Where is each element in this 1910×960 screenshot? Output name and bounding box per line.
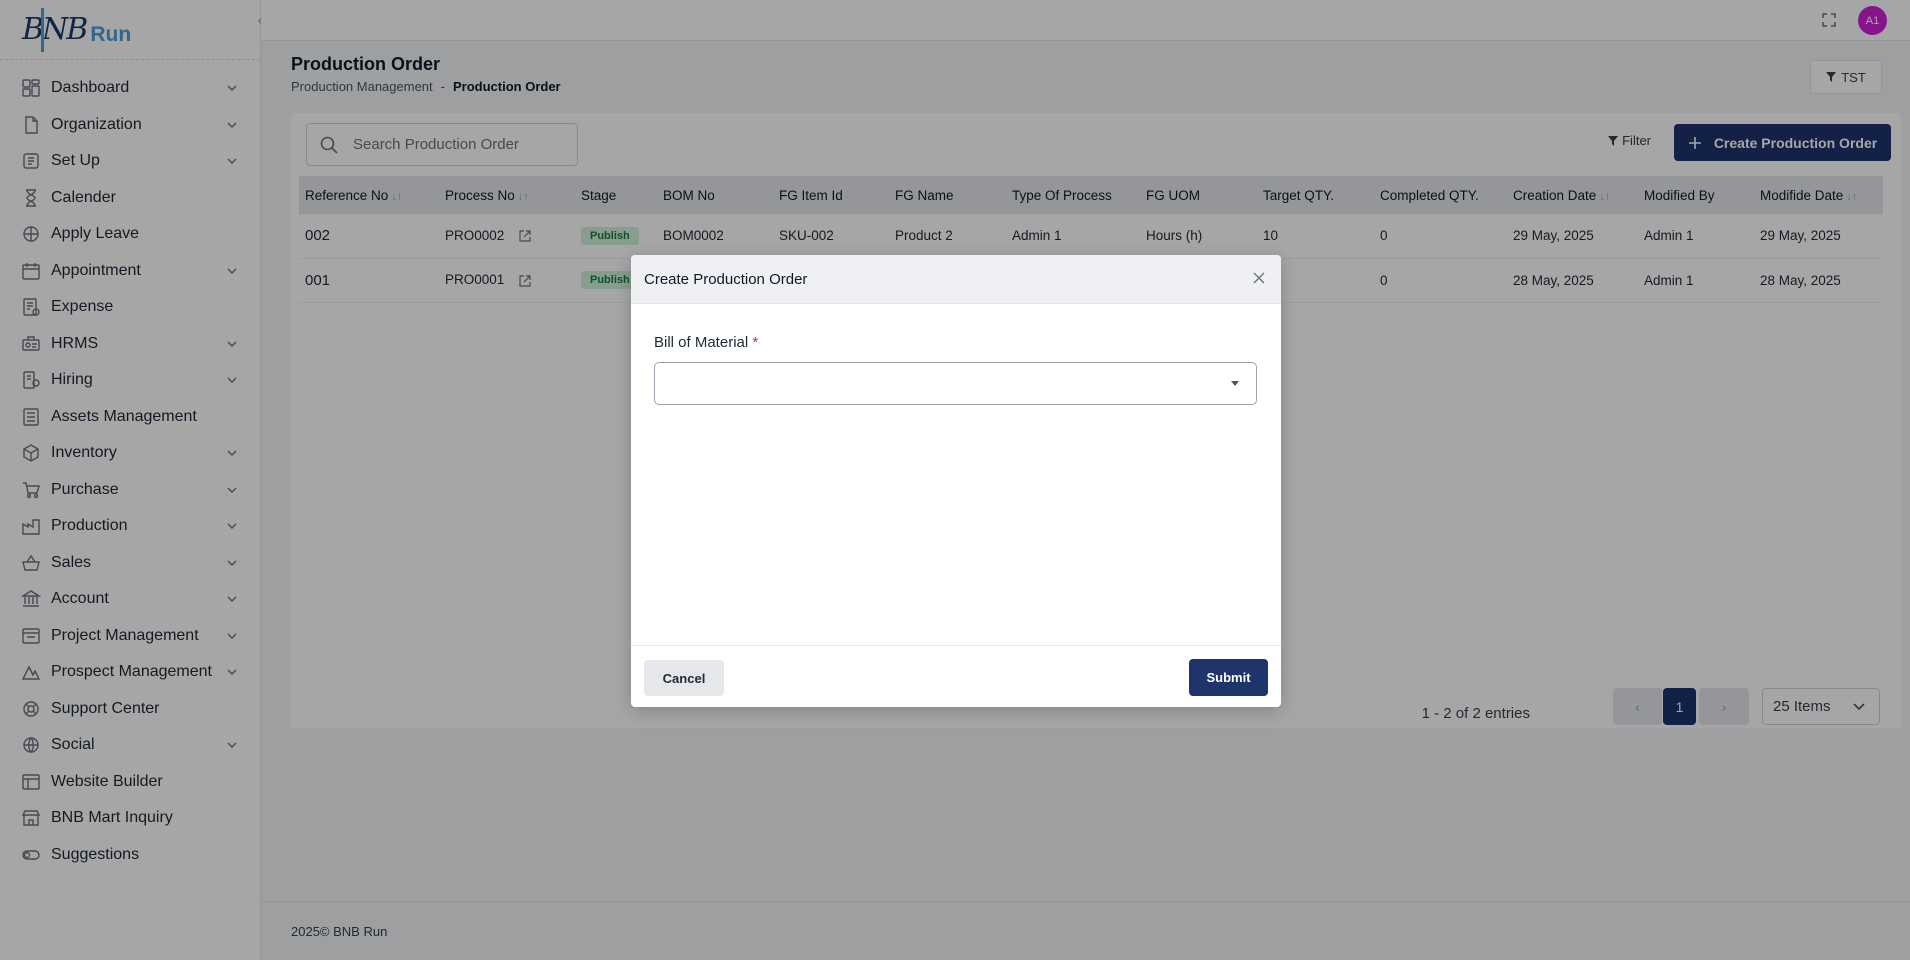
cancel-button[interactable]: Cancel — [644, 660, 724, 696]
required-mark: * — [752, 334, 759, 351]
create-production-order-modal: Create Production Order Bill of Material… — [631, 255, 1281, 707]
modal-footer: Cancel Submit — [631, 645, 1281, 707]
close-icon[interactable] — [1251, 270, 1267, 286]
modal-header: Create Production Order — [631, 255, 1281, 304]
bill-of-material-select[interactable] — [654, 362, 1257, 405]
bom-field-label: Bill of Material * — [654, 334, 759, 351]
modal-body: Bill of Material * — [631, 304, 1281, 651]
caret-down-icon — [1231, 381, 1239, 386]
submit-button[interactable]: Submit — [1189, 659, 1268, 696]
modal-title: Create Production Order — [644, 270, 808, 288]
